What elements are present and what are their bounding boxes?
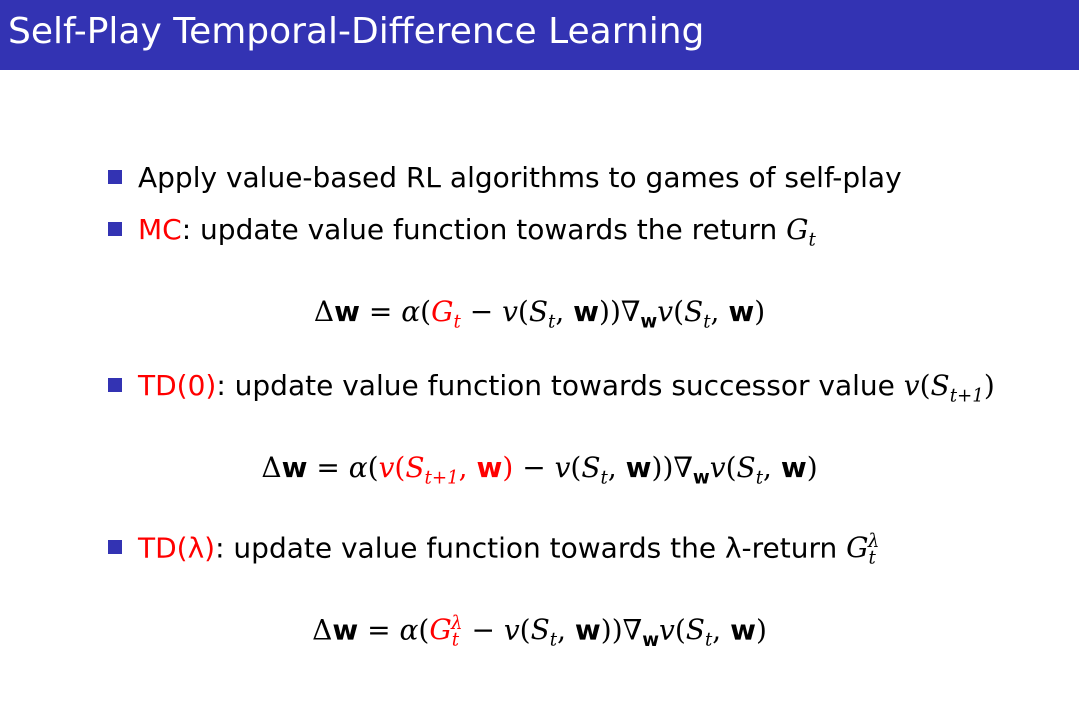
bullet-3-text: : update value function towards successo… (216, 369, 904, 402)
bullet-4-text: : update value function towards the λ-re… (215, 531, 847, 565)
equation-mc: Δw = α(Gt − v(St, w))∇wv(St, w) (313, 295, 766, 333)
return-symbol: Gt (786, 213, 816, 251)
bullet-2-text: : update value function towards the retu… (181, 213, 787, 246)
bullet-3-label: TD(0) (138, 369, 217, 402)
square-bullet-icon (108, 378, 122, 392)
slide-title: Self-Play Temporal-Difference Learning (8, 11, 705, 52)
square-bullet-icon (108, 540, 122, 555)
square-bullet-icon (108, 222, 122, 236)
square-bullet-icon (108, 170, 122, 184)
equation-td0: Δw = α(v(St+1, w) − v(St, w))∇wv(St, w) (261, 451, 818, 489)
bullet-item-2: MC: update value function towards the re… (108, 212, 816, 259)
successor-value-symbol: v (903, 369, 920, 402)
title-bar: Self-Play Temporal-Difference Learning (0, 0, 1079, 70)
bullet-item-4: TD(λ): update value function towards the… (108, 524, 879, 577)
bullet-4-label: TD(λ) (138, 531, 216, 565)
bullet-2-label: MC (138, 213, 182, 246)
bullet-1-text: Apply value-based RL algorithms to games… (138, 161, 902, 194)
equation-td-lambda: Δw = α(Gtλ − v(St, w))∇wv(St, w) (312, 613, 767, 651)
bullet-item-1: Apply value-based RL algorithms to games… (108, 160, 902, 196)
bullet-item-3: TD(0): update value function towards suc… (108, 368, 995, 415)
lambda-return-symbol: Gtλ (846, 531, 880, 569)
